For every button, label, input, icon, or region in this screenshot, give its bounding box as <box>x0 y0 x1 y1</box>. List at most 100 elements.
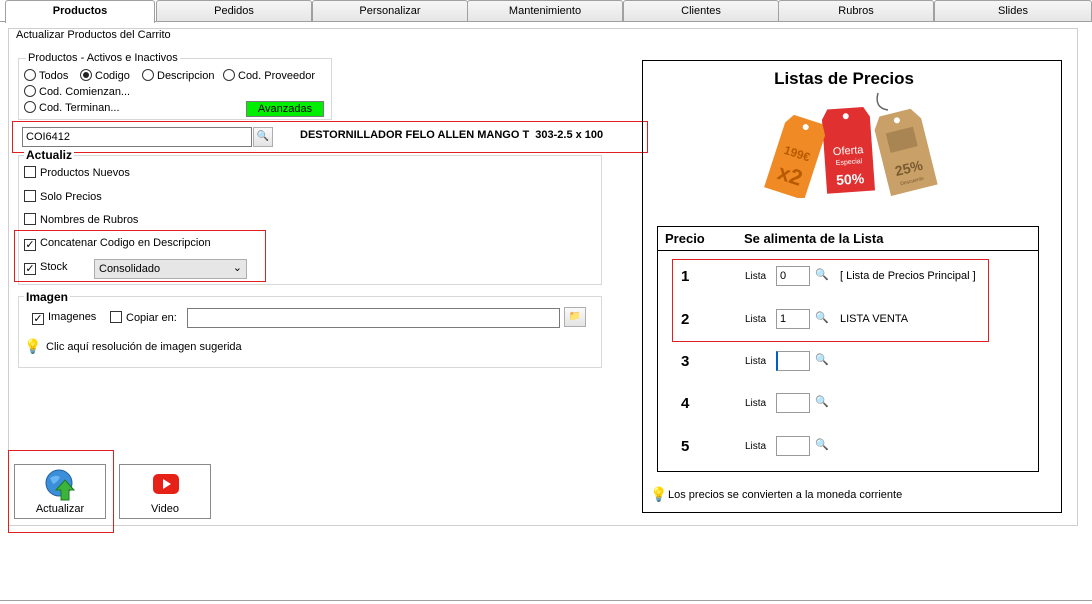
magnifier-icon: 🔍 <box>815 269 829 281</box>
tab-pedidos[interactable]: Pedidos <box>156 0 312 21</box>
radio-label: Cod. Terminan... <box>39 102 120 114</box>
tab-productos[interactable]: Productos <box>5 0 155 23</box>
check-label: Stock <box>40 261 68 273</box>
checkbox <box>24 190 36 202</box>
row-number: 3 <box>681 353 690 370</box>
folder-button[interactable]: 📁 <box>564 307 586 327</box>
check-copiar-en[interactable]: Copiar en: <box>110 311 177 324</box>
listas-title: Listas de Precios <box>774 69 914 88</box>
actualiz-group-title: Actualiz <box>24 148 75 162</box>
checkbox <box>110 311 122 323</box>
radio-cod-proveedor[interactable]: Cod. Proveedor <box>223 69 315 82</box>
lista-lookup-button-3[interactable]: 🔍 <box>813 351 831 369</box>
lista-input-2[interactable] <box>776 309 810 329</box>
check-concatenar-codigo[interactable]: ✓ Concatenar Codigo en Descripcion <box>24 237 211 251</box>
row-number: 2 <box>681 311 690 328</box>
radio-label: Todos <box>39 70 69 82</box>
check-nombres-rubros[interactable]: Nombres de Rubros <box>24 213 138 226</box>
product-description: DESTORNILLADOR FELO ALLEN MANGO T 303-2.… <box>300 129 604 141</box>
lista-lookup-button-1[interactable]: 🔍 <box>813 266 831 284</box>
radio-circle <box>223 69 235 81</box>
imagen-group <box>18 296 602 368</box>
check-label: Imagenes <box>48 311 97 323</box>
lista-label: Lista <box>745 441 767 452</box>
row-number: 1 <box>681 268 690 285</box>
lista-label: Lista <box>745 271 767 282</box>
lista-label: Lista <box>745 398 767 409</box>
tab-mantenimiento[interactable]: Mantenimiento <box>467 0 623 21</box>
search-input[interactable] <box>22 127 252 147</box>
radio-cod-comienzan[interactable]: Cod. Comienzan... <box>24 85 130 98</box>
radio-cod-terminan[interactable]: Cod. Terminan... <box>24 101 120 114</box>
tab-slides[interactable]: Slides <box>934 0 1092 21</box>
radio-todos[interactable]: Todos <box>24 69 68 82</box>
radio-circle <box>142 69 154 81</box>
tag-text-50: 50% <box>836 170 866 188</box>
checkbox <box>24 166 36 178</box>
copiar-path-input[interactable] <box>187 308 560 328</box>
check-imagenes[interactable]: ✓ Imagenes <box>32 311 96 325</box>
lista-input-3[interactable] <box>776 351 810 371</box>
radio-circle <box>24 69 36 81</box>
actualizar-label: Actualizar <box>35 503 85 515</box>
lightbulb-icon: 💡 <box>24 338 42 354</box>
listas-table-header-divider <box>657 250 1039 251</box>
image-resolution-hint[interactable]: Clic aquí resolución de imagen sugerida <box>46 341 242 353</box>
checkbox-checked: ✓ <box>24 239 36 251</box>
lista-lookup-button-2[interactable]: 🔍 <box>813 309 831 327</box>
lista-lookup-button-4[interactable]: 🔍 <box>813 393 831 411</box>
radio-descripcion[interactable]: Descripcion <box>142 69 214 82</box>
checkbox <box>24 213 36 225</box>
video-label: Video <box>151 503 179 515</box>
checkbox-checked: ✓ <box>32 313 44 325</box>
magnifier-icon: 🔍 <box>815 354 829 366</box>
check-productos-nuevos[interactable]: Productos Nuevos <box>24 166 130 179</box>
radio-circle-selected <box>80 69 92 81</box>
radio-circle <box>24 101 36 113</box>
folder-icon: 📁 <box>568 311 582 322</box>
tag-text-oferta: Oferta <box>833 144 865 158</box>
check-label: Nombres de Rubros <box>40 214 139 226</box>
lista-label: Lista <box>745 356 767 367</box>
moneda-note: Los precios se convierten a la moneda co… <box>668 489 903 501</box>
chevron-down-icon: ⌄ <box>232 262 242 274</box>
tab-divider <box>0 21 1092 22</box>
stock-select-value: Consolidado <box>99 263 161 275</box>
check-label: Productos Nuevos <box>40 167 130 179</box>
radio-codigo[interactable]: Codigo <box>80 69 130 82</box>
avanzadas-button[interactable]: Avanzadas <box>246 101 324 117</box>
lista-lookup-button-5[interactable]: 🔍 <box>813 436 831 454</box>
radio-label: Cod. Proveedor <box>238 70 316 82</box>
lista-name-2: LISTA VENTA <box>840 313 909 325</box>
lista-input-4[interactable] <box>776 393 810 413</box>
checkbox-checked: ✓ <box>24 263 36 275</box>
tab-rubros[interactable]: Rubros <box>778 0 934 21</box>
productos-group-title: Productos - Activos e Inactivos <box>26 52 180 64</box>
magnifier-icon: 🔍 <box>815 396 829 408</box>
radio-label: Codigo <box>95 70 130 82</box>
magnifier-icon: 🔍 <box>256 131 270 142</box>
row-number: 5 <box>681 438 690 455</box>
radio-circle <box>24 85 36 97</box>
lista-name-1: [ Lista de Precios Principal ] <box>840 270 976 282</box>
stock-select[interactable]: Consolidado ⌄ <box>94 259 247 279</box>
actualizar-button[interactable]: Actualizar <box>14 464 106 519</box>
youtube-icon <box>153 474 179 494</box>
radio-label: Descripcion <box>157 70 215 82</box>
magnifier-icon: 🔍 <box>815 439 829 451</box>
search-lookup-button[interactable]: 🔍 <box>253 127 273 147</box>
check-label: Concatenar Codigo en Descripcion <box>40 237 211 249</box>
video-button[interactable]: Video <box>119 464 211 519</box>
price-tags-illustration: 25% Descuento Oferta Especial 50% 199€ x… <box>764 92 938 198</box>
check-stock[interactable]: ✓ Stock <box>24 261 68 275</box>
globe-upload-icon <box>45 469 76 501</box>
tab-personalizar[interactable]: Personalizar <box>312 0 468 21</box>
lista-input-5[interactable] <box>776 436 810 456</box>
imagen-group-title: Imagen <box>24 290 71 304</box>
magnifier-icon: 🔍 <box>815 312 829 324</box>
header-alimenta: Se alimenta de la Lista <box>744 231 884 246</box>
lista-input-1[interactable] <box>776 266 810 286</box>
check-solo-precios[interactable]: Solo Precios <box>24 190 102 203</box>
check-label: Solo Precios <box>40 191 102 203</box>
tab-clientes[interactable]: Clientes <box>623 0 779 21</box>
